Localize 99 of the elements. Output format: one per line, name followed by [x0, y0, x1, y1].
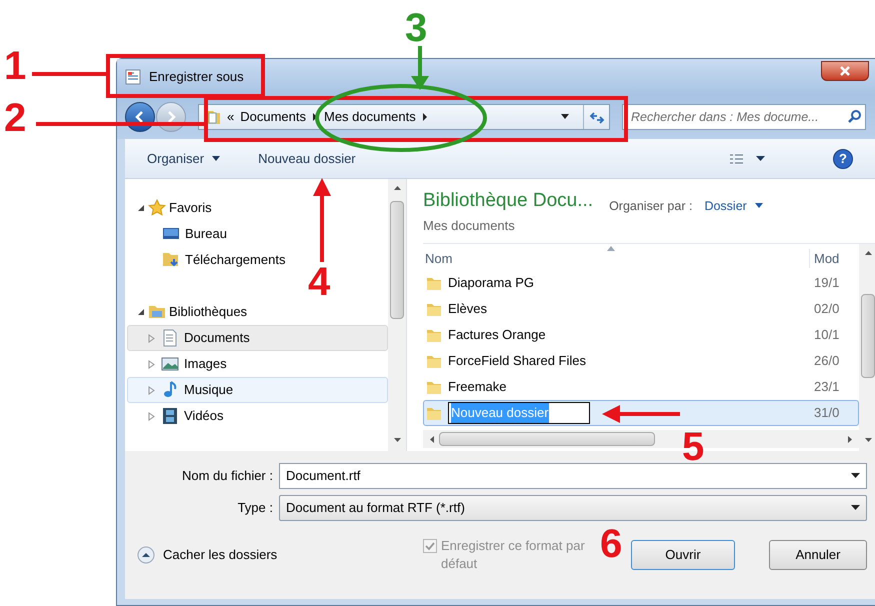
- scroll-left-icon[interactable]: [429, 435, 435, 444]
- music-note-icon: [161, 381, 179, 399]
- breadcrumb[interactable]: Mes documents: [324, 107, 416, 127]
- file-row[interactable]: Diaporama PG 19/1: [423, 270, 859, 296]
- new-folder-button[interactable]: Nouveau dossier: [258, 148, 356, 168]
- search-icon: [847, 109, 861, 124]
- file-row[interactable]: Elèves 02/0: [423, 296, 859, 322]
- file-name: Factures Orange: [448, 326, 546, 344]
- caret-icon: [422, 112, 428, 122]
- annotation-number: 6: [600, 524, 622, 564]
- navigation-item[interactable]: Vidéos: [127, 403, 388, 429]
- scroll-thumb[interactable]: [861, 294, 875, 378]
- close-icon: [839, 65, 851, 77]
- scroll-up-icon[interactable]: [864, 250, 873, 256]
- scroll-up-icon[interactable]: [393, 185, 402, 191]
- caret-icon: [754, 203, 763, 210]
- breadcrumb[interactable]: Documents: [240, 107, 306, 127]
- annotation-number: 1: [4, 46, 26, 86]
- column-header[interactable]: Mod: [809, 248, 840, 268]
- navigation-group[interactable]: Bibliothèques: [127, 299, 388, 325]
- dropdown-caret-icon: [851, 505, 860, 511]
- navigation-item[interactable]: Musique: [127, 377, 388, 403]
- field-label: Type :: [236, 499, 273, 518]
- file-name-field[interactable]: Document.rtf: [279, 463, 867, 489]
- download-folder-icon: [162, 251, 180, 269]
- close-button[interactable]: [821, 61, 869, 81]
- address-bar[interactable]: « Documents Mes documents: [198, 104, 610, 130]
- file-type-dropdown[interactable]: Document au format RTF (*.rtf): [279, 495, 867, 521]
- navigation-item[interactable]: Images: [127, 351, 388, 377]
- file-row[interactable]: Freemake 23/1: [423, 374, 859, 400]
- organize-menu-button[interactable]: Organiser: [147, 148, 220, 168]
- modified-date: 31/0: [813, 404, 840, 422]
- collapsed-triangle-icon[interactable]: [148, 386, 156, 394]
- document-icon: [161, 329, 179, 347]
- folder-icon: [426, 405, 442, 421]
- caret-icon: [756, 156, 765, 162]
- arrange-dropdown[interactable]: Dossier: [704, 197, 763, 216]
- list-view-icon: [729, 152, 744, 164]
- annotation-number: 4: [308, 262, 330, 302]
- refresh-arrows-icon: [588, 110, 604, 124]
- window-title: Enregistrer sous: [149, 68, 244, 86]
- file-name: Elèves: [448, 300, 488, 318]
- folder-icon: [426, 379, 442, 395]
- navigation-group[interactable]: Favoris: [127, 195, 388, 221]
- document-icon: [125, 69, 141, 85]
- file-row[interactable]: Factures Orange 10/1: [423, 322, 859, 348]
- collapse-icon: [137, 546, 155, 564]
- navigation-scrollbar[interactable]: [388, 179, 406, 451]
- file-name: Diaporama PG: [448, 274, 534, 292]
- modified-date: 10/1: [813, 326, 840, 344]
- annotation-number: 2: [4, 98, 26, 138]
- modified-date: 26/0: [813, 352, 840, 370]
- sort-arrow-icon: [607, 246, 615, 251]
- film-icon: [161, 407, 179, 425]
- library-subtitle: Mes documents: [423, 216, 516, 234]
- search-field[interactable]: Rechercher dans : Mes docume...: [622, 104, 866, 130]
- scroll-down-icon[interactable]: [393, 437, 402, 443]
- file-list-scrollbar[interactable]: [859, 244, 875, 451]
- expanded-triangle-icon[interactable]: [137, 204, 145, 212]
- expanded-triangle-icon[interactable]: [137, 308, 145, 316]
- scroll-thumb[interactable]: [390, 201, 404, 319]
- help-button[interactable]: ?: [833, 148, 853, 168]
- cancel-button[interactable]: Annuler: [769, 540, 867, 570]
- column-header[interactable]: Nom: [423, 248, 809, 268]
- hide-folders-button[interactable]: Cacher les dossiers: [137, 545, 278, 565]
- file-name: ForceField Shared Files: [448, 352, 586, 370]
- save-format-checkbox: Enregistrer ce format par défaut: [423, 537, 603, 573]
- collapsed-triangle-icon[interactable]: [148, 412, 156, 420]
- checkbox-icon: [423, 539, 437, 553]
- folder-icon: [426, 275, 442, 291]
- file-row[interactable]: Nouveau dossier 31/0: [423, 400, 859, 426]
- file-row[interactable]: ForceField Shared Files 26/0: [423, 348, 859, 374]
- caret-icon: [312, 112, 318, 122]
- folder-icon: [426, 327, 442, 343]
- field-label: Nom du fichier :: [180, 467, 273, 486]
- overflow-chevron[interactable]: «: [227, 107, 234, 127]
- library-title: Bibliothèque Docu...: [423, 189, 594, 213]
- arrange-label: Organiser par :: [609, 198, 692, 215]
- dropdown-caret-icon[interactable]: [561, 114, 569, 120]
- open-button[interactable]: Ouvrir: [631, 540, 735, 570]
- library-folder-icon: [148, 303, 166, 321]
- view-options-button[interactable]: [729, 152, 765, 164]
- caret-icon: [212, 156, 220, 162]
- folder-icon: [426, 353, 442, 369]
- star-icon: [148, 199, 166, 217]
- image-icon: [161, 355, 179, 373]
- annotation-number: 3: [405, 8, 428, 48]
- modified-date: 19/1: [813, 274, 840, 292]
- scroll-down-icon[interactable]: [864, 437, 873, 443]
- file-name: Freemake: [448, 378, 507, 396]
- navigation-item[interactable]: Documents: [127, 325, 388, 351]
- dropdown-caret-icon: [851, 473, 860, 479]
- modified-date: 02/0: [813, 300, 840, 318]
- scroll-right-icon[interactable]: [847, 435, 853, 444]
- collapsed-triangle-icon[interactable]: [148, 360, 156, 368]
- navigation-item[interactable]: Bureau: [127, 221, 388, 247]
- folder-icon: [426, 301, 442, 317]
- scroll-thumb[interactable]: [439, 432, 655, 446]
- modified-date: 23/1: [813, 378, 840, 396]
